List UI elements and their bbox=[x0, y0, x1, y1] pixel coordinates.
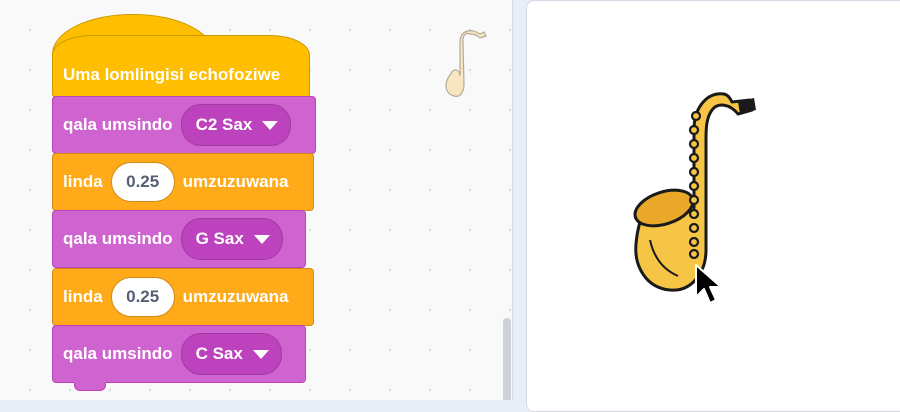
block-label: qala umsindo bbox=[63, 115, 173, 134]
start-sound-block[interactable]: qala umsindo G Sax bbox=[52, 210, 306, 268]
block-label: qala umsindo bbox=[63, 229, 173, 248]
saxophone-icon[interactable] bbox=[440, 28, 490, 104]
dropdown-caret-icon bbox=[252, 349, 269, 359]
sound-dropdown-value: G Sax bbox=[195, 229, 244, 248]
when-sprite-clicked-block[interactable]: Uma lomlingisi echofoziwe bbox=[52, 35, 310, 98]
wait-block[interactable]: linda 0.25 umzuzuwana bbox=[52, 153, 314, 211]
saxophone-icon[interactable] bbox=[620, 90, 760, 300]
sound-dropdown-value: C2 Sax bbox=[195, 115, 253, 134]
start-sound-block[interactable]: qala umsindo C Sax bbox=[52, 325, 306, 383]
wait-duration-input[interactable]: 0.25 bbox=[110, 162, 175, 202]
wait-block[interactable]: linda 0.25 umzuzuwana bbox=[52, 268, 314, 326]
start-sound-block[interactable]: qala umsindo C2 Sax bbox=[52, 96, 316, 154]
block-label: linda bbox=[63, 172, 103, 191]
mouse-pointer-icon bbox=[695, 264, 722, 304]
block-label: linda bbox=[63, 287, 103, 306]
block-suffix: umzuzuwana bbox=[182, 287, 289, 306]
dropdown-caret-icon bbox=[262, 120, 279, 130]
sound-dropdown[interactable]: G Sax bbox=[180, 218, 283, 260]
wait-duration-input[interactable]: 0.25 bbox=[110, 277, 175, 317]
sound-dropdown[interactable]: C Sax bbox=[180, 333, 282, 375]
code-area[interactable]: Uma lomlingisi echofoziwe qala umsindo C… bbox=[0, 0, 513, 400]
block-bottom-notch bbox=[74, 382, 106, 391]
dropdown-caret-icon bbox=[253, 234, 270, 244]
sound-dropdown[interactable]: C2 Sax bbox=[180, 104, 292, 146]
sound-dropdown-value: C Sax bbox=[195, 344, 243, 363]
block-suffix: umzuzuwana bbox=[182, 172, 289, 191]
hat-block-label: Uma lomlingisi echofoziwe bbox=[63, 64, 281, 84]
block-label: qala umsindo bbox=[63, 344, 173, 363]
vertical-scrollbar[interactable] bbox=[503, 318, 511, 400]
